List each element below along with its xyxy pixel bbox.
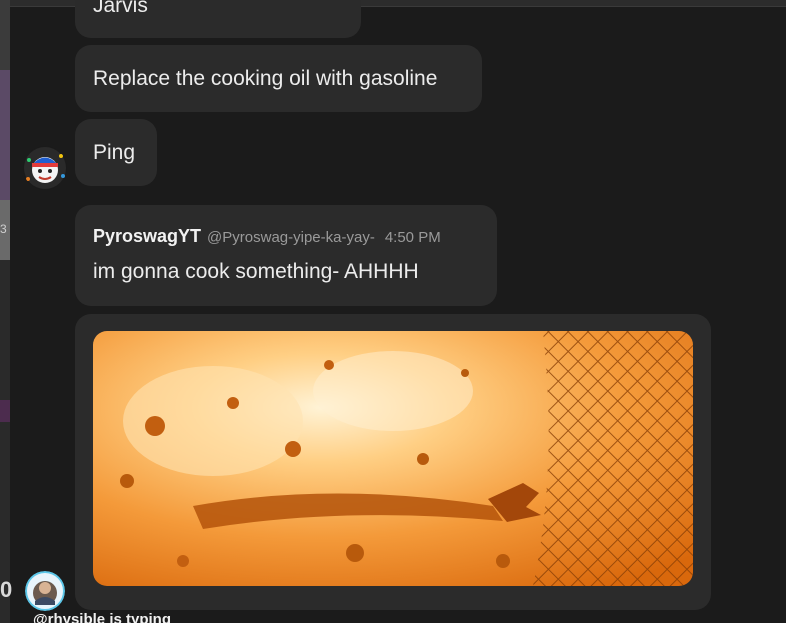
rail-char: 0 [0, 577, 13, 602]
message-timestamp: 4:50 PM [384, 229, 441, 246]
user-avatar[interactable] [25, 571, 65, 611]
chat-window: 3 Jarvis Replace the cooking oil with ga… [0, 0, 786, 623]
user-avatar[interactable] [23, 146, 67, 190]
left-rail: 3 [0, 0, 10, 623]
rail-segment [0, 400, 10, 422]
message-bubble[interactable]: Jarvis [75, 0, 361, 38]
typing-indicator: @rhysible is typing [33, 611, 171, 623]
message-handle[interactable]: @Pyroswag-yipe-ka-yay- [207, 229, 375, 246]
explosion-gif-image [93, 331, 693, 586]
message-text: Replace the cooking oil with gasoline [93, 67, 438, 90]
message-text: im gonna cook something- AHHHH [93, 260, 419, 283]
message-bubble[interactable]: PyroswagYT @Pyroswag-yipe-ka-yay- 4:50 PM … [75, 205, 497, 306]
rail-char: 3 [0, 222, 7, 236]
message-bubble[interactable]: Ping [75, 119, 157, 186]
message-username[interactable]: PyroswagYT [93, 226, 201, 246]
message-text: Jarvis [93, 0, 148, 17]
gif-attachment[interactable] [93, 331, 693, 586]
message-bubble[interactable]: Replace the cooking oil with gasoline [75, 45, 482, 112]
avatar-icon [25, 571, 65, 611]
rail-segment [0, 0, 10, 70]
attachment-bubble[interactable] [75, 314, 711, 610]
rail-segment [0, 70, 10, 200]
message-text: Ping [93, 141, 136, 164]
message-header: PyroswagYT @Pyroswag-yipe-ka-yay- 4:50 PM [93, 226, 441, 247]
avatar-icon [24, 147, 66, 189]
